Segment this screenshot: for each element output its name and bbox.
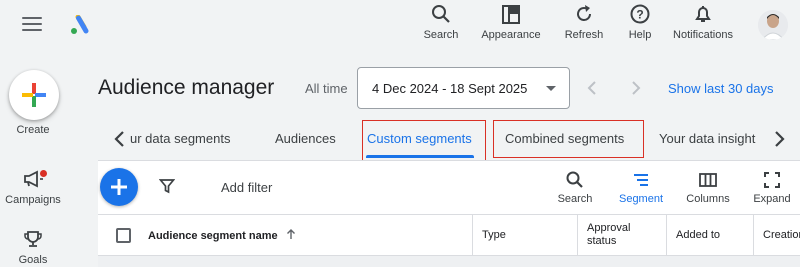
date-range-value: 4 Dec 2024 - 18 Sept 2025 xyxy=(372,81,528,96)
sidebar-item-campaigns[interactable]: Campaigns xyxy=(0,170,66,206)
sidebar-item-goals[interactable]: Goals xyxy=(0,230,66,266)
tool-label: Columns xyxy=(686,193,730,205)
column-header-label: Approval xyxy=(587,222,631,234)
show-last-30-days-link[interactable]: Show last 30 days xyxy=(668,81,774,96)
highlight-box-combined-segments xyxy=(493,120,644,158)
trophy-icon xyxy=(24,231,42,247)
segment-icon xyxy=(634,174,648,186)
date-range-label: All time xyxy=(305,81,348,96)
appearance-label: Appearance xyxy=(481,29,541,41)
columns-icon xyxy=(699,173,717,187)
tab-your-data-segments[interactable]: ur data segments xyxy=(130,131,230,146)
table-header: Audience segment name Type Approval stat… xyxy=(98,214,800,256)
help-action[interactable]: ? Help xyxy=(624,3,656,41)
left-rail: Create Campaigns Goals xyxy=(0,0,66,267)
google-ads-logo xyxy=(71,15,89,34)
column-divider xyxy=(666,215,667,256)
tool-label: Expand xyxy=(753,193,791,205)
column-divider xyxy=(577,215,578,256)
next-period-icon[interactable] xyxy=(627,80,643,96)
search-action[interactable]: Search xyxy=(422,3,460,41)
columns-button[interactable]: Columns xyxy=(683,170,733,205)
tabs-scroll-left-icon[interactable] xyxy=(112,130,128,148)
add-segment-button[interactable] xyxy=(100,168,138,206)
column-header-approval-status[interactable]: Approval status xyxy=(587,222,630,248)
refresh-action[interactable]: Refresh xyxy=(562,3,606,41)
caret-down-icon xyxy=(546,86,556,91)
column-header-name[interactable]: Audience segment name xyxy=(148,229,296,242)
add-filter-button[interactable]: Add filter xyxy=(221,180,272,195)
notifications-action[interactable]: Notifications xyxy=(668,3,738,41)
bell-icon xyxy=(695,6,711,22)
create-button[interactable] xyxy=(9,70,59,120)
notifications-label: Notifications xyxy=(673,29,733,41)
column-header-type[interactable]: Type xyxy=(482,229,506,241)
avatar[interactable] xyxy=(758,10,788,40)
sort-ascending-icon xyxy=(286,229,295,239)
previous-period-icon[interactable] xyxy=(585,80,601,96)
appearance-icon xyxy=(502,5,520,24)
expand-button[interactable]: Expand xyxy=(750,170,794,205)
column-header-creation[interactable]: Creation xyxy=(763,229,800,241)
filter-icon[interactable] xyxy=(159,178,175,194)
user-avatar-icon xyxy=(758,10,788,40)
page-title: Audience manager xyxy=(98,76,275,99)
table-row xyxy=(98,256,800,267)
column-divider xyxy=(753,215,754,256)
plus-icon xyxy=(22,83,46,107)
sidebar-item-label: Goals xyxy=(18,254,48,266)
notification-dot xyxy=(40,170,47,177)
segment-button[interactable]: Segment xyxy=(617,170,665,205)
tab-your-data-insights[interactable]: Your data insight xyxy=(659,131,755,146)
help-icon: ? xyxy=(630,4,650,24)
refresh-label: Refresh xyxy=(564,29,604,41)
refresh-icon xyxy=(577,5,591,21)
column-header-added-to[interactable]: Added to xyxy=(676,229,720,241)
search-icon xyxy=(432,5,450,23)
tabs-scroll-right-icon[interactable] xyxy=(771,130,787,148)
tool-label: Segment xyxy=(618,193,664,205)
help-label: Help xyxy=(628,29,652,41)
search-icon xyxy=(566,171,583,188)
search-label: Search xyxy=(423,29,459,41)
svg-text:?: ? xyxy=(636,8,643,22)
select-all-checkbox[interactable] xyxy=(116,228,131,243)
plus-icon xyxy=(111,179,127,195)
tab-audiences[interactable]: Audiences xyxy=(275,131,336,146)
column-header-label: Audience segment name xyxy=(148,230,278,242)
highlight-box-custom-segments xyxy=(362,120,486,162)
date-range-select[interactable]: 4 Dec 2024 - 18 Sept 2025 xyxy=(357,67,570,109)
tool-label: Search xyxy=(557,193,593,205)
expand-icon xyxy=(764,172,780,188)
menu-icon[interactable] xyxy=(22,17,42,33)
sidebar-item-label: Campaigns xyxy=(5,194,61,206)
create-label: Create xyxy=(16,124,50,136)
column-header-label: status xyxy=(587,235,617,247)
table-search-button[interactable]: Search xyxy=(555,170,595,205)
appearance-action[interactable]: Appearance xyxy=(478,3,544,41)
column-divider xyxy=(472,215,473,256)
